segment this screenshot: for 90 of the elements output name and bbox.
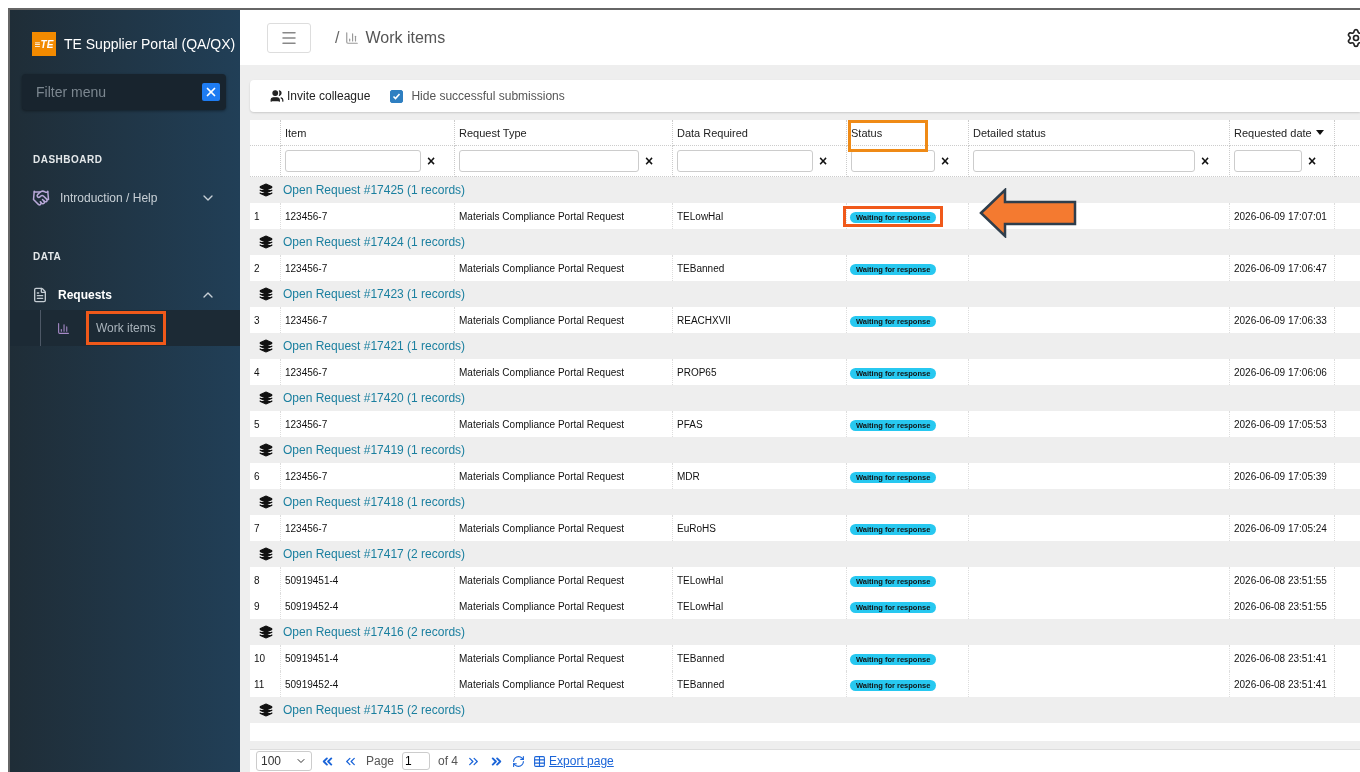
section-heading: DATA <box>32 251 63 262</box>
group-link[interactable]: Open Request #17423 (1 records) <box>283 287 466 301</box>
group-link[interactable]: Open Request #17420 (1 records) <box>283 391 466 405</box>
group-link[interactable]: Open Request #17415 (2 records) <box>283 703 466 717</box>
clear-filter-button[interactable]: × <box>427 154 436 168</box>
nav-item-label: Requests <box>58 288 114 302</box>
column-header[interactable]: Requested date <box>1230 120 1335 146</box>
layers-icon <box>259 547 273 561</box>
table-cell: Materials Compliance Portal Request <box>455 645 673 671</box>
layers-icon <box>259 183 273 197</box>
column-header[interactable]: Status <box>847 120 969 146</box>
layers-icon <box>259 443 273 457</box>
table-cell: TELowHal <box>673 567 847 593</box>
column-header[interactable]: Detailed status <box>969 120 1230 146</box>
table-cell: 10 <box>250 645 281 671</box>
check-icon <box>392 91 402 101</box>
table-cell: Materials Compliance Portal Request <box>455 567 673 593</box>
nav-item-label: Introduction / Help <box>60 191 159 205</box>
sort-desc-icon <box>1315 130 1324 135</box>
column-filter-field[interactable] <box>285 150 421 172</box>
group-link[interactable]: Open Request #17425 (1 records) <box>283 183 466 197</box>
nav-item[interactable]: Requests <box>10 280 240 310</box>
column-header-label: Status <box>851 126 883 139</box>
invite-colleague-button[interactable]: Invite colleague <box>270 89 371 103</box>
app-logo: ≡TE <box>32 32 56 56</box>
filter-menu-field[interactable]: Filter menu <box>34 83 202 101</box>
page-title: Work items <box>365 28 446 47</box>
clear-filter-button[interactable]: × <box>1201 154 1210 168</box>
layers-icon <box>259 703 273 717</box>
table-cell: 2026-06-08 23:51:55 <box>1230 567 1335 593</box>
clear-filter-button[interactable]: × <box>819 154 828 168</box>
filter-menu-field[interactable]: Filter menu <box>22 74 226 110</box>
settings-icon[interactable] <box>1346 27 1360 48</box>
clear-filter-button[interactable]: × <box>941 154 950 168</box>
layers-icon <box>259 391 273 405</box>
column-filter-field[interactable] <box>1234 150 1302 172</box>
column-filter-field[interactable] <box>973 150 1195 172</box>
breadcrumb-separator: / <box>335 28 340 47</box>
page-label: Page <box>366 754 395 768</box>
column-header-label: Request Type <box>459 126 527 139</box>
page-count: of 4 <box>438 754 459 768</box>
handshake-icon <box>32 189 50 207</box>
table-cell: 2026-06-08 23:51:41 <box>1230 645 1335 671</box>
layers-icon <box>259 287 273 301</box>
column-header-label: Requested date <box>1234 126 1312 139</box>
checkbox-label: Hide successful submissions <box>411 89 565 103</box>
group-link[interactable]: Open Request #17419 (1 records) <box>283 443 466 457</box>
column-header[interactable]: Data Required <box>673 120 847 146</box>
column-header[interactable]: Request Type <box>455 120 673 146</box>
column-header-label: Detailed status <box>973 126 1046 139</box>
clear-filter-button[interactable]: × <box>1308 154 1317 168</box>
page-size-select[interactable]: 100 <box>256 751 312 771</box>
group-link[interactable]: Open Request #17421 (1 records) <box>283 339 466 353</box>
table-cell: 50919451-4 <box>281 567 455 593</box>
group-link[interactable]: Open Request #17417 (2 records) <box>283 547 466 561</box>
table-cell: 50919451-4 <box>281 645 455 671</box>
table-icon <box>533 754 547 768</box>
table-cell: TEBanned <box>673 645 847 671</box>
layers-icon <box>259 495 273 509</box>
page-input[interactable]: 1 <box>402 752 431 770</box>
layers-icon <box>259 235 273 249</box>
clear-filter-button[interactable]: × <box>645 154 654 168</box>
menu-button[interactable] <box>267 22 311 53</box>
nav-item[interactable]: Introduction / Help <box>10 183 240 213</box>
layers-icon <box>259 625 273 639</box>
sub-nav-item[interactable]: Work items <box>10 310 240 346</box>
column-filter-field[interactable] <box>459 150 639 172</box>
checkbox[interactable] <box>390 89 404 103</box>
refresh-icon[interactable] <box>512 754 526 768</box>
layers-icon <box>259 339 273 353</box>
table-cell: 8 <box>250 567 281 593</box>
group-link[interactable]: Open Request #17424 (1 records) <box>283 235 466 249</box>
users-icon <box>270 89 284 103</box>
group-link[interactable]: Open Request #17418 (1 records) <box>283 495 466 509</box>
work-items-label: Work items <box>86 311 166 345</box>
section-heading: DASHBOARD <box>32 154 104 165</box>
column-header[interactable] <box>250 120 281 146</box>
export-page-link[interactable]: Export page <box>533 754 614 768</box>
chart-icon <box>57 321 70 335</box>
column-filter-field[interactable] <box>851 150 935 172</box>
column-filter-field[interactable] <box>677 150 813 172</box>
column-header-label: Data Required <box>677 126 748 139</box>
group-link[interactable]: Open Request #17416 (2 records) <box>283 625 466 639</box>
app-title: TE Supplier Portal (QA/QX) <box>64 36 236 52</box>
column-header-label: Item <box>285 126 307 139</box>
clear-filter-button[interactable] <box>202 83 220 101</box>
document-icon <box>32 287 48 303</box>
chart-icon <box>345 30 360 45</box>
column-header[interactable]: Item <box>281 120 455 146</box>
close-icon <box>204 85 218 99</box>
